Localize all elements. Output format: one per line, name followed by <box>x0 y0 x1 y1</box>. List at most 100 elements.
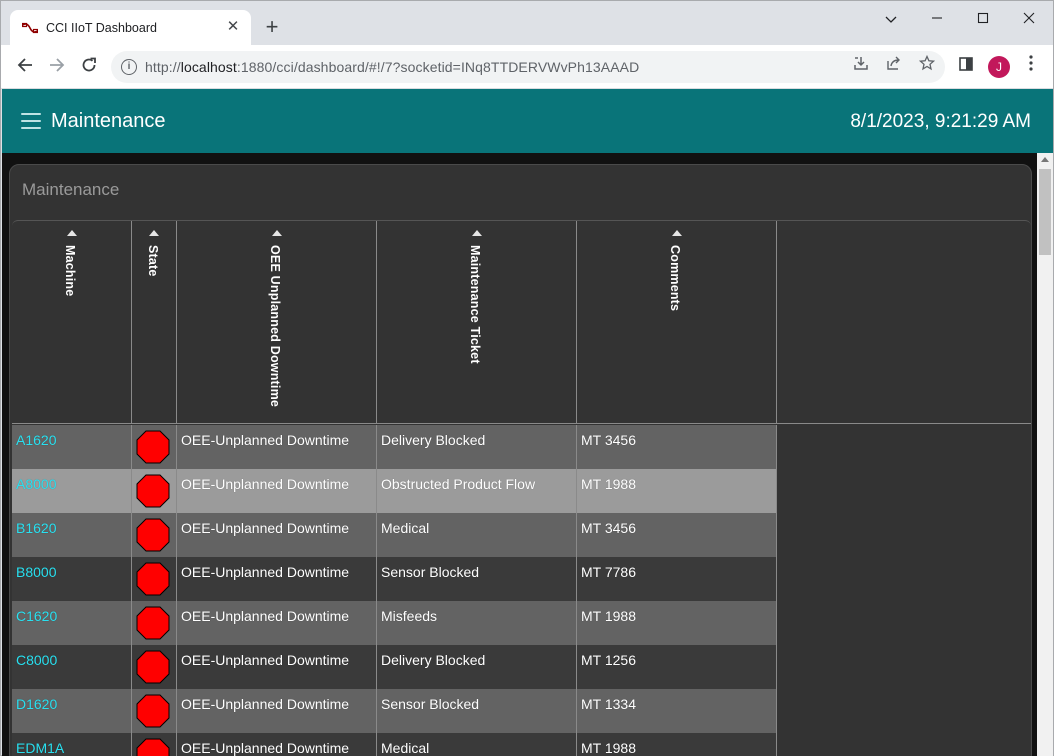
comments-cell: MT 1988 <box>577 601 777 645</box>
table-row[interactable]: C8000 OEE-Unplanned Downtime Delivery Bl… <box>12 645 777 689</box>
column-header-state[interactable]: State <box>132 221 177 424</box>
machine-cell[interactable]: D1620 <box>12 689 132 733</box>
column-header-maintenance-ticket[interactable]: Maintenance Ticket <box>377 221 577 424</box>
ticket-cell: Delivery Blocked <box>377 645 577 689</box>
state-cell <box>132 733 177 756</box>
side-panel-icon[interactable] <box>954 55 978 79</box>
browser-window: CCI IIoT Dashboard ✕ + i http://localhos… <box>0 0 1054 756</box>
state-cell <box>132 425 177 469</box>
ticket-cell: Sensor Blocked <box>377 557 577 601</box>
column-label: State <box>146 245 160 277</box>
vertical-scrollbar[interactable] <box>1037 153 1053 756</box>
state-cell <box>132 601 177 645</box>
chevron-down-icon[interactable] <box>868 9 914 29</box>
machine-cell[interactable]: C8000 <box>12 645 132 689</box>
column-header-oee-unplanned-downtime[interactable]: OEE Unplanned Downtime <box>177 221 377 424</box>
column-header-machine[interactable]: Machine <box>12 221 132 424</box>
comments-cell: MT 3456 <box>577 513 777 557</box>
stop-state-icon <box>136 694 170 728</box>
sort-ascending-icon[interactable] <box>149 230 159 236</box>
table-row[interactable]: C1620 OEE-Unplanned Downtime Misfeeds MT… <box>12 601 777 645</box>
column-label: Machine <box>63 245 77 297</box>
scroll-up-arrow-icon[interactable] <box>1041 157 1049 162</box>
stop-state-icon <box>136 562 170 596</box>
profile-avatar[interactable]: J <box>988 56 1010 78</box>
machine-cell[interactable]: EDM1A <box>12 733 132 756</box>
url-text[interactable]: http://localhost:1880/cci/dashboard/#!/7… <box>145 59 639 75</box>
machine-cell[interactable]: B8000 <box>12 557 132 601</box>
node-red-icon <box>22 22 38 34</box>
oee-cell: OEE-Unplanned Downtime <box>177 513 377 557</box>
browser-tab[interactable]: CCI IIoT Dashboard ✕ <box>10 10 251 46</box>
minimize-icon[interactable] <box>914 9 960 29</box>
stop-state-icon <box>136 606 170 640</box>
maximize-icon[interactable] <box>960 9 1006 29</box>
oee-cell: OEE-Unplanned Downtime <box>177 425 377 469</box>
table-row[interactable]: B8000 OEE-Unplanned Downtime Sensor Bloc… <box>12 557 777 601</box>
ticket-cell: Sensor Blocked <box>377 689 577 733</box>
ticket-cell: Medical <box>377 513 577 557</box>
stop-state-icon <box>136 518 170 552</box>
install-icon[interactable] <box>849 55 873 79</box>
share-icon[interactable] <box>882 55 906 79</box>
info-icon[interactable]: i <box>121 59 137 75</box>
ticket-cell: Obstructed Product Flow <box>377 469 577 513</box>
sort-ascending-icon[interactable] <box>672 230 682 236</box>
stop-state-icon <box>136 738 170 756</box>
ticket-cell: Delivery Blocked <box>377 425 577 469</box>
state-cell <box>132 469 177 513</box>
back-arrow-icon[interactable] <box>13 55 37 79</box>
stop-state-icon <box>136 430 170 464</box>
column-label: OEE Unplanned Downtime <box>268 245 282 408</box>
tab-close-icon[interactable]: ✕ <box>224 18 242 36</box>
dashboard-content: Maintenance Machine State OEE Unplanned … <box>2 153 1037 756</box>
page-title: Maintenance <box>51 110 166 132</box>
close-icon[interactable] <box>1006 9 1052 29</box>
address-bar[interactable]: i http://localhost:1880/cci/dashboard/#!… <box>111 51 945 83</box>
state-cell <box>132 645 177 689</box>
table-row[interactable]: EDM1A OEE-Unplanned Downtime Medical MT … <box>12 733 777 756</box>
header-datetime: 8/1/2023, 9:21:29 AM <box>850 111 1031 132</box>
oee-cell: OEE-Unplanned Downtime <box>177 733 377 756</box>
ticket-cell: Medical <box>377 733 577 756</box>
bookmark-star-icon[interactable] <box>915 54 939 79</box>
sort-ascending-icon[interactable] <box>272 230 282 236</box>
table-header: Machine State OEE Unplanned Downtime Mai… <box>12 221 1031 424</box>
comments-cell: MT 3456 <box>577 425 777 469</box>
tab-strip: CCI IIoT Dashboard ✕ + <box>1 1 1053 46</box>
app-header: Maintenance 8/1/2023, 9:21:29 AM <box>2 89 1053 153</box>
sort-ascending-icon[interactable] <box>472 230 482 236</box>
column-label: Maintenance Ticket <box>468 245 482 364</box>
column-label: Comments <box>668 245 682 312</box>
machine-cell[interactable]: A8000 <box>12 469 132 513</box>
comments-cell: MT 1988 <box>577 733 777 756</box>
reload-icon[interactable] <box>77 55 101 79</box>
forward-arrow-icon[interactable] <box>45 55 69 79</box>
kebab-menu-icon[interactable] <box>1019 55 1043 79</box>
dashboard-app: Maintenance 8/1/2023, 9:21:29 AM Mainten… <box>2 89 1053 756</box>
oee-cell: OEE-Unplanned Downtime <box>177 645 377 689</box>
machine-cell[interactable]: C1620 <box>12 601 132 645</box>
comments-cell: MT 1988 <box>577 469 777 513</box>
table-row[interactable]: B1620 OEE-Unplanned Downtime Medical MT … <box>12 513 777 557</box>
table-row[interactable]: D1620 OEE-Unplanned Downtime Sensor Bloc… <box>12 689 777 733</box>
oee-cell: OEE-Unplanned Downtime <box>177 469 377 513</box>
sort-ascending-icon[interactable] <box>67 230 77 236</box>
stop-state-icon <box>136 474 170 508</box>
tab-title: CCI IIoT Dashboard <box>46 21 157 35</box>
comments-cell: MT 7786 <box>577 557 777 601</box>
oee-cell: OEE-Unplanned Downtime <box>177 689 377 733</box>
ticket-cell: Misfeeds <box>377 601 577 645</box>
oee-cell: OEE-Unplanned Downtime <box>177 557 377 601</box>
table-row[interactable]: A1620 OEE-Unplanned Downtime Delivery Bl… <box>12 425 777 469</box>
state-cell <box>132 513 177 557</box>
column-header-comments[interactable]: Comments <box>577 221 777 424</box>
state-cell <box>132 689 177 733</box>
machine-cell[interactable]: A1620 <box>12 425 132 469</box>
comments-cell: MT 1334 <box>577 689 777 733</box>
scrollbar-thumb[interactable] <box>1039 169 1051 255</box>
hamburger-menu-icon[interactable] <box>21 113 41 129</box>
table-row[interactable]: A8000 OEE-Unplanned Downtime Obstructed … <box>12 469 777 513</box>
machine-cell[interactable]: B1620 <box>12 513 132 557</box>
new-tab-button[interactable]: + <box>260 16 284 40</box>
